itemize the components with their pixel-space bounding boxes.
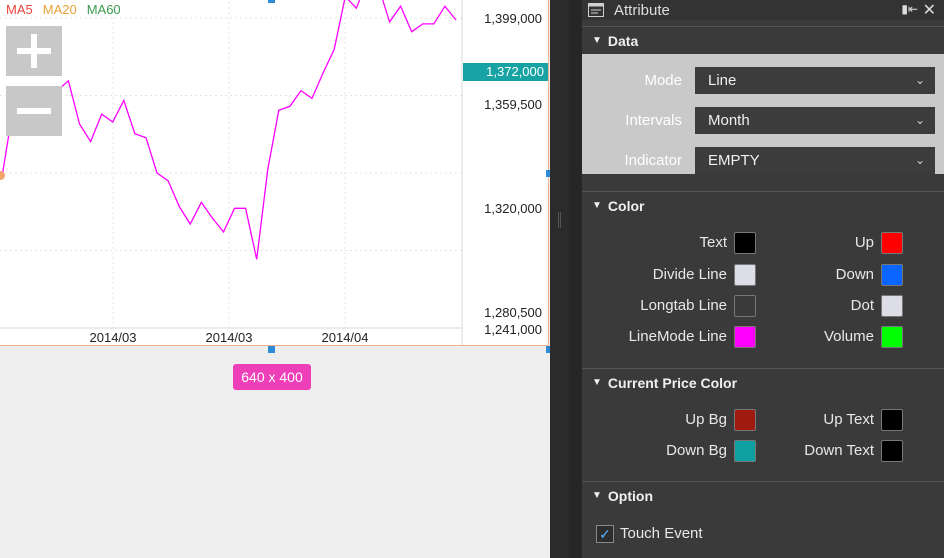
chevron-down-icon: ⌄ xyxy=(914,153,925,167)
color-swatch-longtab-line[interactable] xyxy=(734,295,756,317)
indicator-select[interactable]: EMPTY ⌄ xyxy=(695,147,935,174)
y-tick-label: 1,320,000 xyxy=(484,201,542,216)
panel-title-bar: Attribute ▮⇤ ✕ xyxy=(582,0,944,20)
chevron-down-icon: ⌄ xyxy=(914,73,925,87)
color-swatch-divide-line[interactable] xyxy=(734,264,756,286)
color-swatch-down-bg[interactable] xyxy=(734,440,756,462)
current-price-color-header[interactable]: ▼ Current Price Color xyxy=(582,368,944,396)
legend-ma60: MA60 xyxy=(86,2,121,17)
touch-event-checkbox[interactable]: ✓ xyxy=(596,525,614,543)
color-label-longtab-line: Longtab Line xyxy=(640,297,727,314)
color-swatch-text[interactable] xyxy=(734,232,756,254)
color-swatch-up-bg[interactable] xyxy=(734,409,756,431)
pin-icon[interactable]: ▮⇤ xyxy=(901,2,918,16)
chart-component[interactable]: 2014/03 2014/03 2014/04 MA5 MA20 MA60 1,37… xyxy=(0,0,549,346)
splitter-grip[interactable] xyxy=(558,212,561,228)
checkmark-icon: ✓ xyxy=(599,526,611,542)
data-section-header[interactable]: ▼ Data xyxy=(582,26,944,54)
zoom-out-button[interactable] xyxy=(6,86,62,136)
y-tick-label: 1,359,500 xyxy=(484,97,542,112)
panel-title: Attribute xyxy=(614,1,670,19)
color-label-text: Text xyxy=(699,234,727,251)
data-section-title: Data xyxy=(607,32,639,49)
design-canvas: 2014/03 2014/03 2014/04 MA5 MA20 MA60 1,37… xyxy=(0,0,553,558)
color-swatch-dot[interactable] xyxy=(881,295,903,317)
attribute-panel-icon xyxy=(588,3,604,17)
color-swatch-down[interactable] xyxy=(881,264,903,286)
resize-handle-bottom[interactable] xyxy=(268,346,275,353)
y-tick-label: 1,241,000 xyxy=(484,322,542,337)
intervals-value: Month xyxy=(708,112,750,129)
color-swatch-up[interactable] xyxy=(881,232,903,254)
color-label-dot: Dot xyxy=(850,297,874,314)
color-swatch-down-text[interactable] xyxy=(881,440,903,462)
color-swatch-linemode-line[interactable] xyxy=(734,326,756,348)
color-label-linemode-line: LineMode Line xyxy=(628,328,727,345)
color-label-down: Down xyxy=(835,266,874,283)
color-label-up-bg: Up Bg xyxy=(685,411,727,428)
attribute-panel: Attribute ▮⇤ ✕ ▼ Data Mode Line ⌄ Interv… xyxy=(582,0,944,558)
panel-splitter[interactable] xyxy=(550,0,570,558)
mode-value: Line xyxy=(708,72,737,89)
plus-icon xyxy=(17,34,51,68)
collapse-triangle-icon: ▼ xyxy=(592,200,602,211)
data-section: ▼ Data xyxy=(582,26,944,54)
ma-legend: MA5 MA20 MA60 xyxy=(6,2,121,17)
color-label-down-text: Down Text xyxy=(804,442,874,459)
legend-ma20: MA20 xyxy=(42,2,77,17)
collapse-triangle-icon: ▼ xyxy=(592,35,602,46)
resize-handle-top[interactable] xyxy=(268,0,275,3)
option-section-title: Option xyxy=(607,487,654,504)
indicator-label: Indicator xyxy=(624,152,682,169)
y-tick-label: 1,280,500 xyxy=(484,305,542,320)
close-icon[interactable]: ✕ xyxy=(923,0,936,20)
x-tick-label: 2014/04 xyxy=(322,330,369,345)
collapse-triangle-icon: ▼ xyxy=(592,377,602,388)
current-price-tag: 1,372,000 xyxy=(463,63,548,81)
color-label-down-bg: Down Bg xyxy=(666,442,727,459)
color-label-volume: Volume xyxy=(823,328,874,345)
color-label-up-text: Up Text xyxy=(823,411,874,428)
legend-ma5: MA5 xyxy=(6,2,33,17)
touch-event-label: Touch Event xyxy=(620,525,703,542)
mode-select[interactable]: Line ⌄ xyxy=(695,67,935,94)
option-section-header[interactable]: ▼ Option xyxy=(582,481,944,509)
x-tick-label: 2014/03 xyxy=(90,330,137,345)
current-price-color-title: Current Price Color xyxy=(607,374,738,391)
collapse-triangle-icon: ▼ xyxy=(592,490,602,501)
color-swatch-volume[interactable] xyxy=(881,326,903,348)
option-section: ▼ Option xyxy=(582,481,944,509)
color-label-up: Up xyxy=(854,234,874,251)
color-section-header[interactable]: ▼ Color xyxy=(582,191,944,219)
zoom-in-button[interactable] xyxy=(6,26,62,76)
intervals-select[interactable]: Month ⌄ xyxy=(695,107,935,134)
data-section-body: Mode Line ⌄ Intervals Month ⌄ Indicator … xyxy=(582,54,944,174)
mode-label: Mode xyxy=(644,72,682,89)
color-section: ▼ Color xyxy=(582,191,944,219)
panel-gutter xyxy=(570,0,582,558)
intervals-label: Intervals xyxy=(625,112,682,129)
y-tick-label: 1,399,000 xyxy=(484,11,542,26)
chevron-down-icon: ⌄ xyxy=(914,113,925,127)
color-swatch-up-text[interactable] xyxy=(881,409,903,431)
current-price-color-section: ▼ Current Price Color xyxy=(582,368,944,396)
color-section-title: Color xyxy=(607,197,645,214)
color-label-divide-line: Divide Line xyxy=(652,266,727,283)
indicator-value: EMPTY xyxy=(708,152,760,169)
chart-plot: 2014/03 2014/03 2014/04 xyxy=(0,0,463,345)
size-badge: 640 x 400 xyxy=(233,364,311,390)
x-tick-label: 2014/03 xyxy=(206,330,253,345)
minus-icon xyxy=(17,108,51,114)
